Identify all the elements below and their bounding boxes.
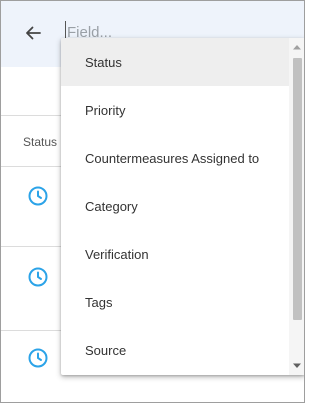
menu-item-status[interactable]: Status: [61, 38, 289, 86]
menu-item-category[interactable]: Category: [61, 182, 289, 230]
menu-item-label: Priority: [85, 102, 126, 118]
clock-icon: [28, 186, 48, 206]
menu-item-label: Countermeasures Assigned to: [85, 150, 260, 166]
menu-item-verification[interactable]: Verification: [61, 230, 289, 278]
menu-item-priority[interactable]: Priority: [61, 86, 289, 134]
menu-item-label: Source: [85, 342, 127, 358]
menu-item-tags[interactable]: Tags: [61, 278, 289, 326]
menu-item-label: Status: [85, 54, 122, 70]
column-header-status[interactable]: Status: [23, 135, 57, 149]
clock-icon: [28, 267, 48, 287]
scroll-down-arrow-icon: [293, 363, 301, 368]
field-dropdown-menu: Status Priority Countermeasures Assigned…: [61, 38, 304, 375]
menu-item-label: Verification: [85, 246, 149, 262]
back-button[interactable]: [21, 21, 45, 45]
scroll-up-arrow-icon: [293, 45, 301, 50]
menu-item-label: Tags: [85, 294, 113, 310]
dropdown-scrollbar[interactable]: [289, 38, 304, 375]
menu-item-label: Category: [85, 198, 138, 214]
back-arrow-icon: [26, 26, 41, 40]
scroll-down-button[interactable]: [289, 359, 304, 373]
scrollbar-thumb[interactable]: [293, 58, 302, 320]
menu-item-source[interactable]: Source: [61, 326, 289, 374]
window-frame: Status Status Priority: [0, 0, 305, 403]
menu-item-countermeasures-assigned-to[interactable]: Countermeasures Assigned to: [61, 134, 289, 182]
clock-icon: [28, 348, 48, 368]
scroll-up-button[interactable]: [289, 40, 304, 54]
